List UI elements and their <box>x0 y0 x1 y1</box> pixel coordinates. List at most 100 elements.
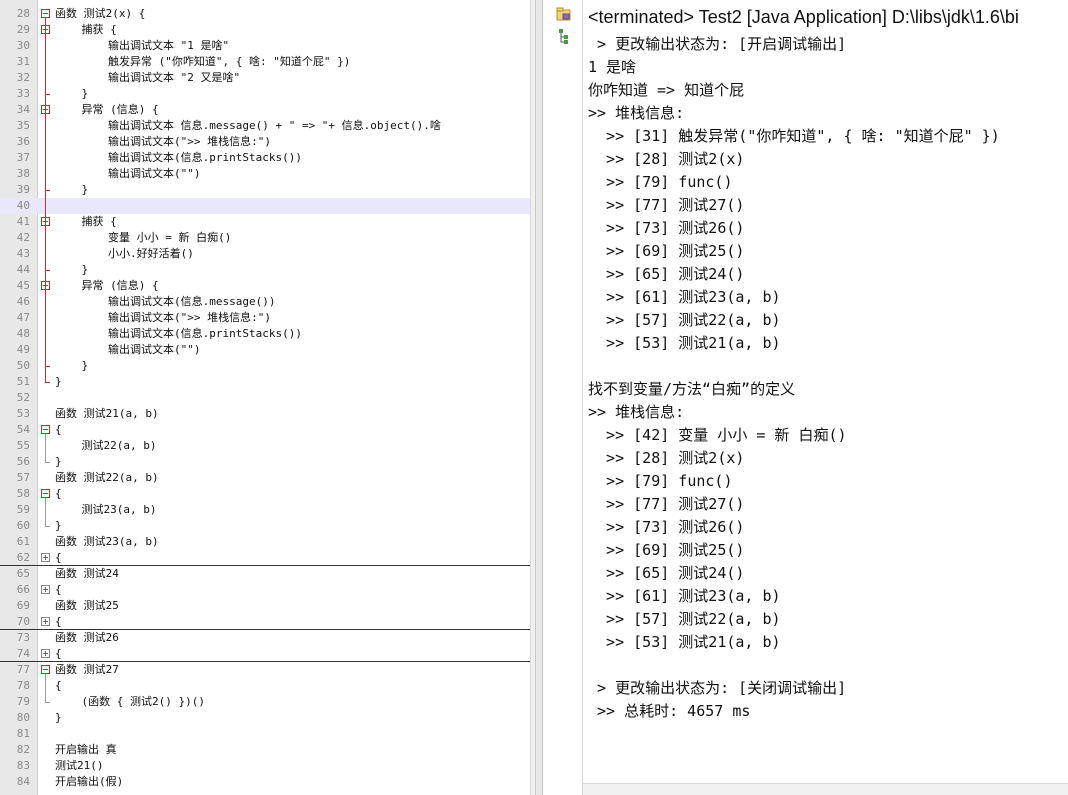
code-editor[interactable]: 28 函数 测试2(x) {29 捕获 {30 输出调试文本 "1 是啥" 31 触… <box>0 0 535 795</box>
code-line[interactable]: 83 测试21() <box>0 758 530 774</box>
code-line[interactable]: 65 函数 测试24 <box>0 566 530 582</box>
code-line[interactable]: 36 输出调试文本(">> 堆栈信息:") <box>0 134 530 150</box>
code-line[interactable]: 34 异常 (信息) { <box>0 102 530 118</box>
code-line[interactable]: 66 { <box>0 582 530 598</box>
code-text: 输出调试文本(信息.message()) <box>55 295 276 308</box>
line-number: 79 <box>16 695 30 708</box>
code-line[interactable]: 37 输出调试文本(信息.printStacks()) <box>0 150 530 166</box>
code-line[interactable]: 59 测试23(a, b) <box>0 502 530 518</box>
line-number: 84 <box>16 775 30 788</box>
code-line[interactable]: 49 输出调试文本("") <box>0 342 530 358</box>
code-line[interactable]: 70 { <box>0 614 530 630</box>
code-line[interactable]: 44 } <box>0 262 530 278</box>
console-line: >> [53] 测试21(a, b) <box>588 633 781 651</box>
code-line[interactable]: 77 函数 测试27 <box>0 662 530 678</box>
code-line[interactable]: 69 函数 测试25 <box>0 598 530 614</box>
code-line[interactable]: 38 输出调试文本("") <box>0 166 530 182</box>
code-line[interactable]: 45 异常 (信息) { <box>0 278 530 294</box>
code-line[interactable]: 61 函数 测试23(a, b) <box>0 534 530 550</box>
fold-guide <box>45 498 46 526</box>
code-line[interactable]: 74 { <box>0 646 530 662</box>
console-view[interactable]: <terminated> Test2 [Java Application] D:… <box>583 0 1068 795</box>
code-line[interactable]: 78 { <box>0 678 530 694</box>
collapse-fold-icon[interactable] <box>41 9 50 18</box>
code-text: 异常 (信息) { <box>55 103 159 116</box>
code-text: { <box>55 423 62 436</box>
code-line[interactable]: 31 触发异常 ("你咋知道", { 啥: "知道个屁" }) <box>0 54 530 70</box>
fold-guide-end <box>45 702 50 703</box>
fold-guide <box>45 290 46 366</box>
code-text: 触发异常 ("你咋知道", { 啥: "知道个屁" }) <box>55 55 351 68</box>
console-line: >> [53] 测试21(a, b) <box>588 334 781 352</box>
collapse-fold-icon[interactable] <box>41 425 50 434</box>
package-explorer-icon[interactable] <box>555 5 573 23</box>
code-text: (函数 { 测试2() })() <box>55 695 205 708</box>
code-line[interactable]: 35 输出调试文本 信息.message() + " => "+ 信息.obje… <box>0 118 530 134</box>
code-line[interactable]: 55 测试22(a, b) <box>0 438 530 454</box>
code-text: { <box>55 679 62 692</box>
code-text: } <box>55 375 62 388</box>
pane-divider[interactable] <box>535 0 543 795</box>
code-line[interactable]: 48 输出调试文本(信息.printStacks()) <box>0 326 530 342</box>
line-number: 44 <box>16 263 30 276</box>
line-number: 45 <box>16 279 30 292</box>
code-line[interactable]: 54 { <box>0 422 530 438</box>
code-text: { <box>55 583 62 596</box>
line-number: 36 <box>16 135 30 148</box>
code-text: 函数 测试23(a, b) <box>55 535 159 548</box>
code-line[interactable]: 28 函数 测试2(x) { <box>0 6 530 22</box>
hierarchy-icon[interactable] <box>555 27 573 45</box>
line-number: 38 <box>16 167 30 180</box>
fold-guide <box>45 226 46 270</box>
expand-fold-icon[interactable] <box>41 553 50 562</box>
code-line[interactable]: 84 开启输出(假) <box>0 774 530 790</box>
code-line[interactable]: 56} <box>0 454 530 470</box>
code-text: 函数 测试27 <box>55 663 119 676</box>
code-line[interactable]: 52 <box>0 390 530 406</box>
code-line[interactable]: 79 (函数 { 测试2() })() <box>0 694 530 710</box>
fold-guide-end <box>45 382 50 383</box>
code-line[interactable]: 41 捕获 { <box>0 214 530 230</box>
code-line[interactable]: 82 开启输出 真 <box>0 742 530 758</box>
code-line[interactable]: 62 { <box>0 550 530 566</box>
expand-fold-icon[interactable] <box>41 585 50 594</box>
code-line[interactable]: 32 输出调试文本 "2 又是啥" <box>0 70 530 86</box>
code-line[interactable]: 29 捕获 { <box>0 22 530 38</box>
code-line[interactable]: 80} <box>0 710 530 726</box>
code-line[interactable]: 58 { <box>0 486 530 502</box>
console-horizontal-scrollbar[interactable] <box>583 783 1068 795</box>
code-line[interactable]: 39 } <box>0 182 530 198</box>
line-number: 83 <box>16 759 30 772</box>
console-title: <terminated> Test2 [Java Application] D:… <box>588 7 1019 27</box>
line-number: 48 <box>16 327 30 340</box>
code-line[interactable]: 40 <box>0 198 530 214</box>
side-toolbar <box>543 0 583 795</box>
code-text: { <box>55 647 62 660</box>
code-line[interactable]: 30 输出调试文本 "1 是啥" <box>0 38 530 54</box>
expand-fold-icon[interactable] <box>41 617 50 626</box>
console-line: >> [65] 测试24() <box>588 265 745 283</box>
line-number: 57 <box>16 471 30 484</box>
code-line[interactable]: 43 小小.好好活着() <box>0 246 530 262</box>
code-line[interactable]: 57 函数 测试22(a, b) <box>0 470 530 486</box>
code-line[interactable]: 46 输出调试文本(信息.message()) <box>0 294 530 310</box>
code-line[interactable]: 47 输出调试文本(">> 堆栈信息:") <box>0 310 530 326</box>
code-line[interactable]: 81 <box>0 726 530 742</box>
line-number: 37 <box>16 151 30 164</box>
line-number: 42 <box>16 231 30 244</box>
code-line[interactable]: 42 变量 小小 = 新 白痴() <box>0 230 530 246</box>
code-line[interactable]: 51} <box>0 374 530 390</box>
code-line[interactable]: 33 } <box>0 86 530 102</box>
code-text: 函数 测试2(x) { <box>55 7 146 20</box>
code-line[interactable]: 60} <box>0 518 530 534</box>
line-number: 73 <box>16 631 30 644</box>
code-line[interactable]: 50 } <box>0 358 530 374</box>
expand-fold-icon[interactable] <box>41 649 50 658</box>
line-number: 60 <box>16 519 30 532</box>
line-number: 31 <box>16 55 30 68</box>
collapse-fold-icon[interactable] <box>41 489 50 498</box>
code-line[interactable]: 73 函数 测试26 <box>0 630 530 646</box>
fold-guide <box>45 434 46 462</box>
code-line[interactable]: 53 函数 测试21(a, b) <box>0 406 530 422</box>
collapse-fold-icon[interactable] <box>41 665 50 674</box>
